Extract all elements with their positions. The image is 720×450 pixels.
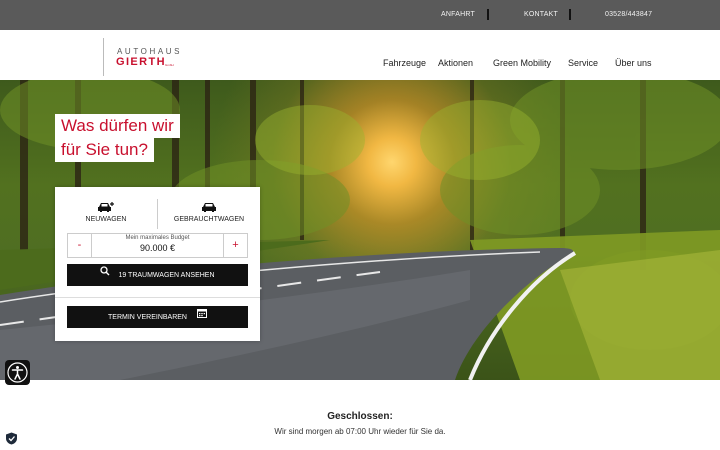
logo-divider xyxy=(103,38,104,76)
top-bar-separator xyxy=(569,9,571,20)
top-bar-separator xyxy=(487,9,489,20)
card-divider xyxy=(55,297,260,298)
calendar-icon xyxy=(196,306,207,328)
site-header: AUTOHAUS GIERTH GmbH Fahrzeuge Aktionen … xyxy=(0,30,720,80)
budget-increase-button[interactable]: + xyxy=(223,234,247,257)
nav-item-ueber-uns[interactable]: Über uns xyxy=(615,58,652,68)
nav-item-green-mobility[interactable]: Green Mobility xyxy=(493,58,551,68)
logo-suffix: GmbH xyxy=(165,63,174,67)
search-cars-button[interactable]: 19 TRAUMWAGEN ANSEHEN xyxy=(67,264,248,286)
tab-new-cars-label: NEUWAGEN xyxy=(85,216,127,223)
vehicle-search-card: NEUWAGEN GEBRAUCHTWAGEN - Mein maximales… xyxy=(55,187,260,341)
opening-status-text: Wir sind morgen ab 07:00 Uhr wieder für … xyxy=(274,427,446,436)
tab-used-cars[interactable]: GEBRAUCHTWAGEN xyxy=(158,187,260,230)
logo-text-top[interactable]: AUTOHAUS xyxy=(117,47,182,56)
accessibility-icon xyxy=(7,362,28,383)
accessibility-button[interactable] xyxy=(5,360,30,385)
book-appointment-button[interactable]: TERMIN VEREINBAREN xyxy=(67,306,248,328)
directions-link[interactable]: ANFAHRT xyxy=(441,11,475,18)
budget-stepper: - Mein maximales Budget 90.000 € + xyxy=(67,233,248,258)
tab-new-cars[interactable]: NEUWAGEN xyxy=(55,187,157,230)
budget-label: Mein maximales Budget xyxy=(125,235,190,241)
search-icon xyxy=(100,264,110,286)
budget-decrease-button[interactable]: - xyxy=(68,234,92,257)
tab-used-cars-label: GEBRAUCHTWAGEN xyxy=(173,216,245,223)
nav-item-aktionen[interactable]: Aktionen xyxy=(438,58,473,68)
budget-value[interactable]: 90.000 € xyxy=(92,243,223,253)
hero-headline-line1: Was dürfen wir xyxy=(55,114,180,138)
book-appointment-label: TERMIN VEREINBAREN xyxy=(108,313,187,321)
nav-item-service[interactable]: Service xyxy=(568,58,598,68)
top-bar: ANFAHRT KONTAKT 03528/443847 xyxy=(0,0,720,30)
contact-link[interactable]: KONTAKT xyxy=(524,11,558,18)
logo-text-bottom[interactable]: GIERTH xyxy=(116,56,166,68)
search-cars-label: 19 TRAUMWAGEN ANSEHEN xyxy=(118,271,215,279)
nav-item-fahrzeuge[interactable]: Fahrzeuge xyxy=(383,58,426,68)
opening-status-title: Geschlossen: xyxy=(327,411,393,422)
hero-headline-line2: für Sie tun? xyxy=(55,138,154,162)
phone-link[interactable]: 03528/443847 xyxy=(605,11,652,18)
